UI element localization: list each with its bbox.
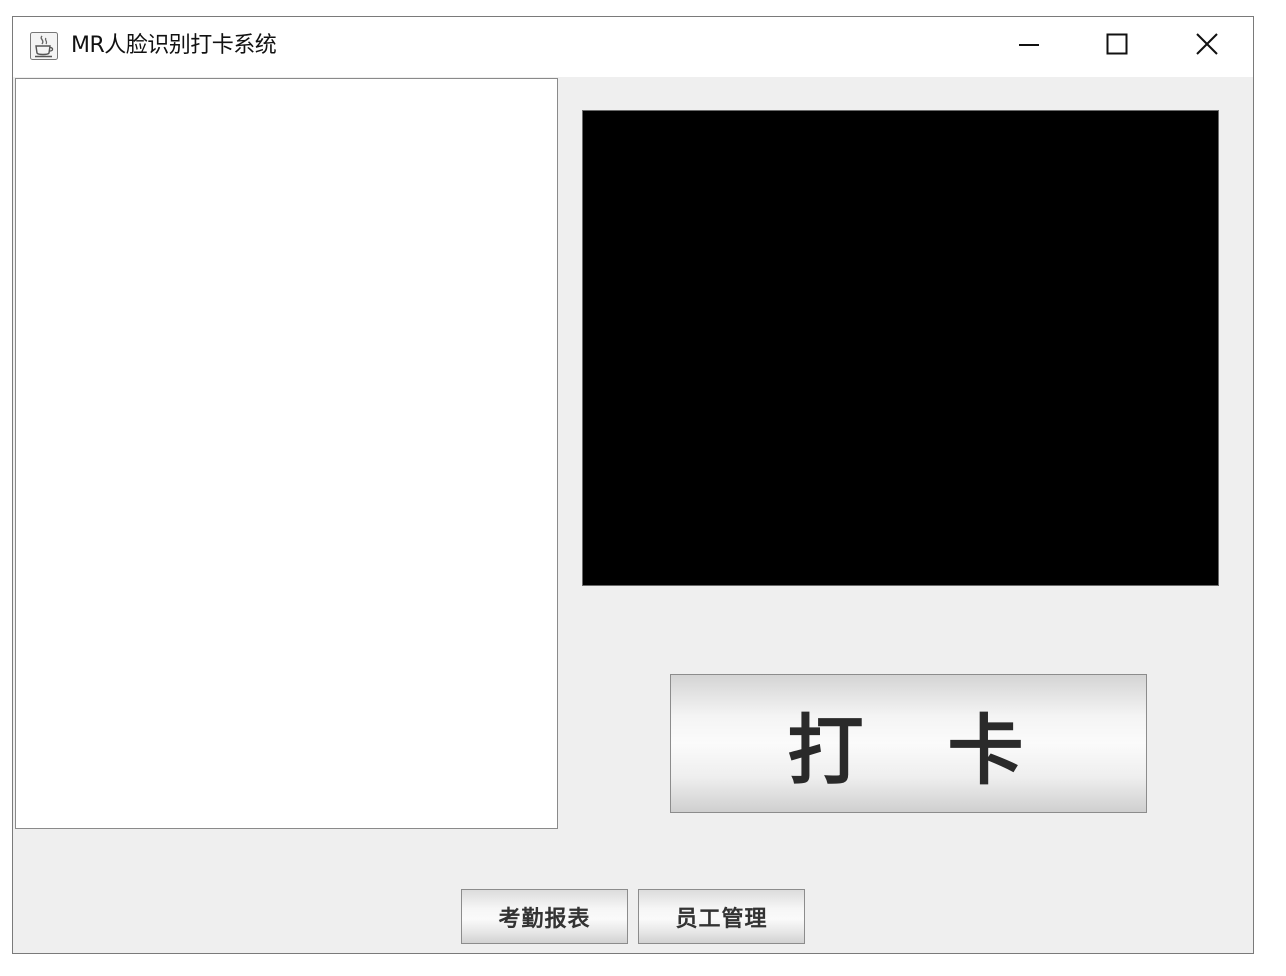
app-window: MR人脸识别打卡系统 打卡 考勤报表 员工管理 [12,16,1254,954]
punch-in-button[interactable]: 打卡 [670,674,1147,813]
attendance-report-button[interactable]: 考勤报表 [461,889,628,944]
maximize-button[interactable] [1073,17,1161,75]
camera-video-display [582,110,1219,586]
maximize-icon [1106,33,1128,59]
attendance-record-panel[interactable] [15,78,558,829]
window-title: MR人脸识别打卡系统 [71,33,277,58]
title-bar[interactable]: MR人脸识别打卡系统 [13,17,1253,77]
close-button[interactable] [1163,17,1251,75]
java-coffee-icon [30,32,58,60]
close-icon [1195,32,1219,60]
staff-management-button[interactable]: 员工管理 [638,889,805,944]
minimize-button[interactable] [985,17,1073,75]
minimize-icon [1018,33,1040,59]
